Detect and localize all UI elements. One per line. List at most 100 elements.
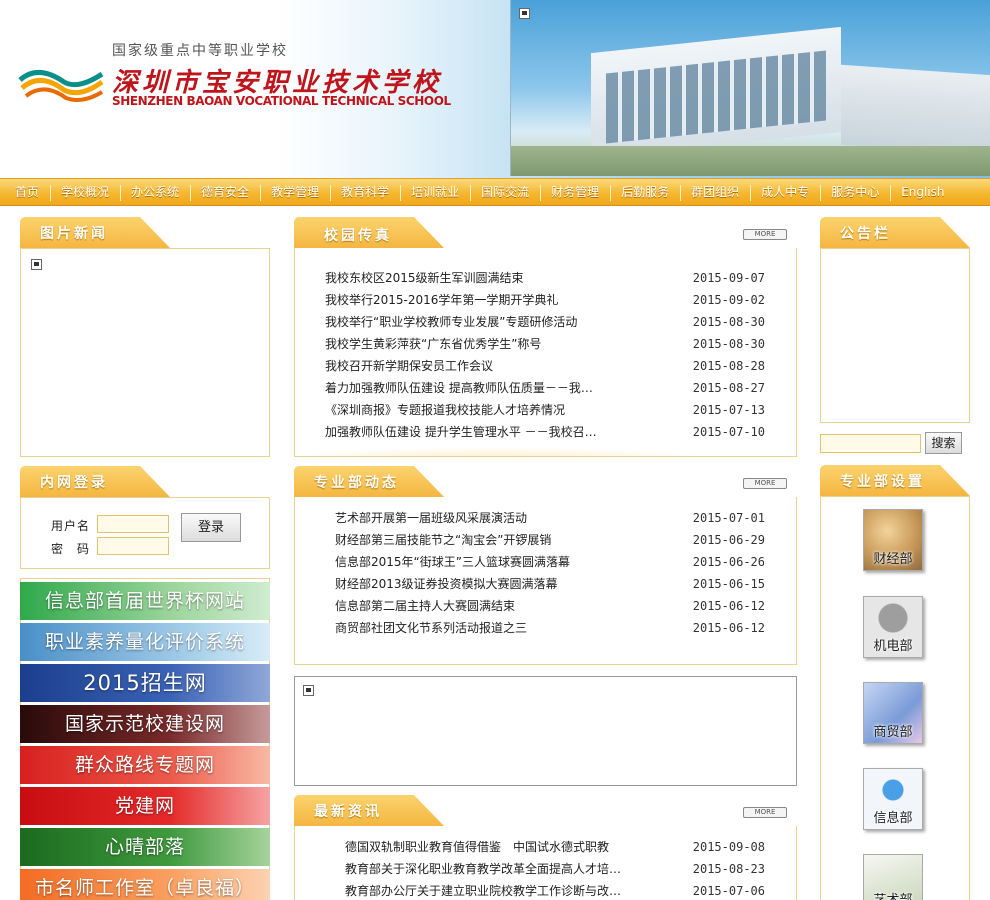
news-item-date: 2015-08-23	[692, 862, 765, 876]
dept-finance[interactable]: 财经部	[863, 509, 923, 571]
notice-panel	[820, 248, 970, 423]
nav-item[interactable]: 培训就业	[400, 179, 470, 205]
login-header: 内网登录	[20, 466, 270, 497]
dept-information-label: 信息部	[873, 811, 913, 826]
news-item[interactable]: 我校举行2015-2016学年第一学期开学典礼 2015-09-02	[315, 289, 765, 311]
school-subtitle: 国家级重点中等职业学校	[112, 43, 288, 59]
password-label: 密 码	[51, 542, 91, 556]
nav-item[interactable]: 办公系统	[120, 179, 190, 205]
search-button[interactable]: 搜索	[925, 432, 962, 454]
news-item-title[interactable]: 我校东校区2015级新生军训圆满结束	[325, 267, 685, 289]
news-item[interactable]: 商贸部社团文化节系列活动报道之三 2015-06-12	[325, 617, 765, 639]
dept-news-title: 专业部动态	[314, 475, 399, 491]
news-item[interactable]: 我校举行“职业学校教师专业发展”专题研修活动 2015-08-30	[315, 311, 765, 333]
photo-news-header: 图片新闻	[20, 217, 270, 248]
news-item-date: 2015-07-13	[692, 403, 765, 417]
campus-building-image	[510, 0, 990, 176]
dept-commerce[interactable]: 商贸部	[863, 682, 923, 744]
campus-news-header: 校园传真 MORE	[294, 217, 797, 248]
news-item-title[interactable]: 着力加强教师队伍建设 提高教师队伍质量－－我…	[325, 377, 685, 399]
news-item-title[interactable]: 德国双轨制职业教育值得借鉴 中国试水德式职教	[345, 836, 685, 858]
password-input[interactable]	[97, 537, 169, 555]
news-item-title[interactable]: 我校举行“职业学校教师专业发展”专题研修活动	[325, 311, 685, 333]
departments-title: 专业部设置	[840, 474, 925, 490]
news-item-title[interactable]: 我校学生黄彩萍获“广东省优秀学生”称号	[325, 333, 685, 355]
campus-news-more-button[interactable]: MORE	[743, 229, 787, 240]
banner-enrollment-site[interactable]: 2015招生网	[20, 664, 270, 702]
nav-item[interactable]: 首页	[4, 179, 50, 205]
departments-header: 专业部设置	[820, 465, 970, 496]
banner-mass-line-site[interactable]: 群众路线专题网	[20, 746, 270, 784]
news-item[interactable]: 我校东校区2015级新生军训圆满结束 2015-09-07	[315, 267, 765, 289]
dept-news-more-button[interactable]: MORE	[743, 478, 787, 489]
dept-information[interactable]: 信息部	[863, 768, 923, 830]
news-item[interactable]: 着力加强教师队伍建设 提高教师队伍质量－－我… 2015-08-27	[315, 377, 765, 399]
news-item-date: 2015-08-30	[692, 337, 765, 351]
search-input[interactable]	[820, 434, 921, 453]
news-item-title[interactable]: 教育部关于深化职业教育教学改革全面提高人才培…	[345, 858, 685, 880]
news-item-title[interactable]: 《深圳商报》专题报道我校技能人才培养情况	[325, 399, 685, 421]
news-item-date: 2015-09-08	[692, 840, 765, 854]
page: 国家级重点中等职业学校 深圳市宝安职业技术学校 SHENZHEN BAOAN V…	[0, 0, 990, 900]
news-item-title[interactable]: 商贸部社团文化节系列活动报道之三	[335, 617, 685, 639]
news-item[interactable]: 我校学生黄彩萍获“广东省优秀学生”称号 2015-08-30	[315, 333, 765, 355]
dept-art-label: 艺术部	[864, 889, 922, 900]
dept-mechatronics-label: 机电部	[873, 639, 913, 654]
news-item[interactable]: 教育部关于深化职业教育教学改革全面提高人才培… 2015-08-23	[335, 858, 765, 880]
image-placeholder-icon	[303, 685, 314, 696]
news-item-title[interactable]: 财经部2013级证券投资模拟大赛圆满落幕	[335, 573, 685, 595]
nav-item[interactable]: 服务中心	[820, 179, 890, 205]
news-item[interactable]: 信息部2015年“街球王”三人篮球赛圆满落幕 2015-06-26	[325, 551, 765, 573]
nav-item[interactable]: 财务管理	[540, 179, 610, 205]
nav-item[interactable]: 教学管理	[260, 179, 330, 205]
news-item[interactable]: 我校召开新学期保安员工作会议 2015-08-28	[315, 355, 765, 377]
nav-item[interactable]: 学校概况	[50, 179, 120, 205]
banner-demo-school-site[interactable]: 国家示范校建设网	[20, 705, 270, 743]
dept-news-header: 专业部动态 MORE	[294, 466, 797, 497]
news-item[interactable]: 财经部第三届技能节之“淘宝会”开锣展销 2015-06-29	[325, 529, 765, 551]
news-item-date: 2015-06-29	[692, 533, 765, 547]
dept-mechatronics[interactable]: 机电部	[863, 596, 923, 658]
latest-news-header: 最新资讯 MORE	[294, 795, 797, 826]
news-item[interactable]: 加强教师队伍建设 提升学生管理水平 －－我校召… 2015-07-10	[315, 421, 765, 443]
news-item[interactable]: 信息部第二届主持人大赛圆满结束 2015-06-12	[325, 595, 765, 617]
nav-item[interactable]: English	[890, 179, 955, 205]
school-logo[interactable]: 国家级重点中等职业学校 深圳市宝安职业技术学校 SHENZHEN BAOAN V…	[18, 38, 498, 118]
news-item-title[interactable]: 教育部办公厅关于建立职业院校教学工作诊断与改…	[345, 880, 685, 900]
news-item-date: 2015-06-26	[692, 555, 765, 569]
nav-item[interactable]: 教育科学	[330, 179, 400, 205]
news-item-title[interactable]: 加强教师队伍建设 提升学生管理水平 －－我校召…	[325, 421, 685, 443]
photo-news-panel	[20, 248, 270, 457]
news-item-date: 2015-06-12	[692, 621, 765, 635]
notice-header: 公告栏	[820, 217, 970, 248]
news-item-title[interactable]: 我校举行2015-2016学年第一学期开学典礼	[325, 289, 685, 311]
dept-news-panel: 艺术部开展第一届班级风采展演活动 2015-07-01 财经部第三届技能节之“淘宝会…	[294, 497, 797, 665]
banner-mental-health-site[interactable]: 心晴部落	[20, 828, 270, 866]
news-item-title[interactable]: 信息部第二届主持人大赛圆满结束	[335, 595, 685, 617]
dept-art[interactable]: 艺术部	[863, 854, 923, 900]
nav-item[interactable]: 群团组织	[680, 179, 750, 205]
username-label: 用户名	[51, 519, 91, 533]
news-item[interactable]: 德国双轨制职业教育值得借鉴 中国试水德式职教 2015-09-08	[335, 836, 765, 858]
nav-item[interactable]: 成人中专	[750, 179, 820, 205]
nav-item[interactable]: 后勤服务	[610, 179, 680, 205]
news-item-title[interactable]: 艺术部开展第一届班级风采展演活动	[335, 507, 685, 529]
banner-teacher-studio[interactable]: 市名师工作室（卓良福）	[20, 869, 270, 900]
login-button[interactable]: 登录	[181, 513, 241, 542]
nav-item[interactable]: 德育安全	[190, 179, 260, 205]
banner-party-site[interactable]: 党建网	[20, 787, 270, 825]
banner-evaluation-system[interactable]: 职业素养量化评价系统	[20, 623, 270, 661]
banner-worldcup-site[interactable]: 信息部首届世界杯网站	[20, 582, 270, 620]
news-item[interactable]: 财经部2013级证券投资模拟大赛圆满落幕 2015-06-15	[325, 573, 765, 595]
news-item-title[interactable]: 信息部2015年“街球王”三人篮球赛圆满落幕	[335, 551, 685, 573]
latest-news-more-button[interactable]: MORE	[743, 807, 787, 818]
news-item-title[interactable]: 我校召开新学期保安员工作会议	[325, 355, 685, 377]
nav-item[interactable]: 国际交流	[470, 179, 540, 205]
username-input[interactable]	[97, 515, 169, 533]
news-item[interactable]: 教育部办公厅关于建立职业院校教学工作诊断与改… 2015-07-06	[335, 880, 765, 900]
logo-book-icon	[18, 70, 104, 102]
news-item[interactable]: 艺术部开展第一届班级风采展演活动 2015-07-01	[325, 507, 765, 529]
news-item[interactable]: 《深圳商报》专题报道我校技能人才培养情况 2015-07-13	[315, 399, 765, 421]
news-item-date: 2015-07-01	[692, 511, 765, 525]
news-item-title[interactable]: 财经部第三届技能节之“淘宝会”开锣展销	[335, 529, 685, 551]
